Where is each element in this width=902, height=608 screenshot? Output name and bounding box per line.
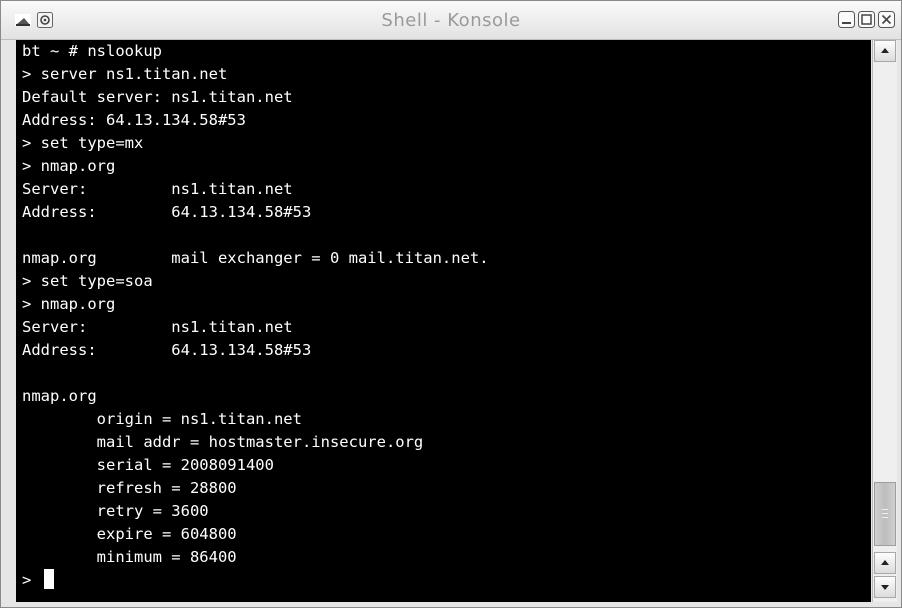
terminal-line: expire = 604800 [22,525,237,543]
terminal-line: > nmap.org [22,157,116,175]
terminal-output[interactable]: bt ~ # nslookup > server ns1.titan.net D… [16,40,871,602]
scroll-up-arrow-icon [881,48,889,53]
title-bar[interactable]: Shell - Konsole [1,1,901,40]
terminal-line: > server ns1.titan.net [22,65,228,83]
terminal-line: Default server: ns1.titan.net [22,88,293,106]
terminal-line: retry = 3600 [22,502,209,520]
terminal-line: mail addr = hostmaster.insecure.org [22,433,424,451]
terminal-line: Server: ns1.titan.net [22,318,293,336]
terminal-line: > set type=soa [22,272,153,290]
terminal-line: Address: 64.13.134.58#53 [22,111,246,129]
maximize-icon[interactable] [858,11,875,28]
terminal-line: refresh = 28800 [22,479,237,497]
minimize-icon[interactable] [838,11,855,28]
scroll-up-button[interactable] [874,40,896,62]
terminal-line: serial = 2008091400 [22,456,274,474]
window-controls [838,11,895,28]
thumb-grip-line [882,513,888,514]
vertical-scrollbar[interactable] [872,40,897,602]
scroll-down-button[interactable] [874,576,896,598]
konsole-window: Shell - Konsole bt ~ # nslookup > server… [0,0,902,608]
scroll-down-arrow-icon [881,585,889,590]
terminal-line: Server: ns1.titan.net [22,180,293,198]
terminal-line: nmap.org mail exchanger = 0 mail.titan.n… [22,249,489,267]
terminal-line: > nmap.org [22,295,116,313]
scroll-up-button-lower[interactable] [874,552,896,574]
terminal-line: nmap.org [22,387,97,405]
terminal-line: Address: 64.13.134.58#53 [22,341,312,359]
terminal-line: bt ~ # nslookup [22,42,162,60]
terminal-line: minimum = 86400 [22,548,237,566]
scrollbar-thumb[interactable] [874,482,896,546]
window-title: Shell - Konsole [381,10,521,31]
close-icon[interactable] [878,11,895,28]
thumb-grip-line [882,517,888,518]
scroll-up-arrow-icon [881,560,889,565]
terminal-line: > set type=mx [22,134,144,152]
terminal-line: Address: 64.13.134.58#53 [22,203,312,221]
thumb-grip-line [882,509,888,510]
terminal-prompt[interactable]: > [22,569,41,592]
terminal-cursor [44,569,54,589]
terminal-line: origin = ns1.titan.net [22,410,302,428]
